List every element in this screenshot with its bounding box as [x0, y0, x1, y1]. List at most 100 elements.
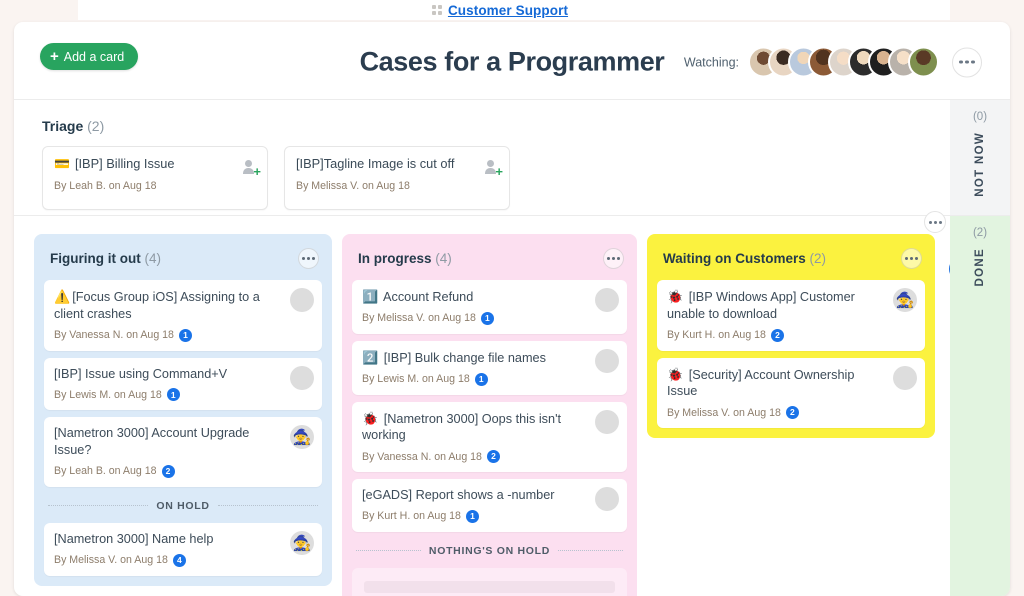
on-hold-divider: ON HOLD	[44, 494, 322, 516]
card-meta: By Melissa V. on Aug 18 2	[667, 406, 915, 420]
card-meta: By Vanessa N. on Aug 18 2	[362, 450, 617, 464]
card-title-row: [IBP]Tagline Image is cut off	[296, 156, 498, 172]
card-meta: By Kurt H. on Aug 18 2	[667, 328, 915, 342]
card-byline: By Lewis M. on Aug 18	[54, 388, 162, 401]
avatar[interactable]	[595, 487, 619, 512]
watcher-avatars[interactable]	[748, 46, 939, 78]
lane-body: 🐞 [IBP Windows App] Customer unable to d…	[647, 280, 935, 438]
avatar[interactable]	[908, 46, 939, 78]
lane-title: Waiting on Customers (2)	[663, 251, 826, 266]
kanban-card[interactable]: [Nametron 3000] Account Upgrade Issue? B…	[44, 417, 322, 487]
triage-section: Triage (2) 💳 [IBP] Billing Issue By Leah…	[14, 100, 1010, 233]
assign-person-icon[interactable]: +	[239, 156, 261, 178]
grid-icon	[431, 5, 442, 15]
board-options-ellipsis-icon[interactable]	[952, 47, 982, 77]
keycap-one-icon: 1️⃣	[362, 289, 379, 304]
nothing-on-hold-label: NOTHING'S ON HOLD	[428, 544, 551, 557]
avatar[interactable]	[290, 288, 314, 312]
keycap-two-icon: 2️⃣	[362, 349, 379, 365]
kanban-card[interactable]: [IBP] Issue using Command+V By Lewis M. …	[44, 357, 322, 411]
avatar[interactable]	[290, 425, 314, 450]
card-meta: By Lewis M. on Aug 18 1	[362, 372, 617, 386]
comment-count-badge: 2	[770, 328, 784, 342]
avatar[interactable]	[595, 348, 619, 373]
card-title: [IBP]Tagline Image is cut off	[296, 156, 455, 171]
card-byline: By Melissa V. on Aug 18	[667, 406, 781, 419]
board-card: + Add a card Cases for a Programmer Watc…	[14, 22, 1010, 596]
kanban-card[interactable]: 1️⃣ Account Refund By Melissa V. on Aug …	[352, 280, 627, 334]
card-byline: By Lewis M. on Aug 18	[362, 373, 470, 386]
lane-title-text: In progress	[358, 251, 432, 266]
lane-options-ellipsis-icon[interactable]	[603, 248, 624, 269]
card-byline: By Kurt H. on Aug 18	[362, 510, 461, 523]
triage-card-list: 💳 [IBP] Billing Issue By Leah B. on Aug …	[42, 146, 1010, 210]
lane-options-ellipsis-icon[interactable]	[298, 248, 319, 269]
rail-count: (0)	[972, 111, 988, 123]
breadcrumb-link-customer-support[interactable]: Customer Support	[448, 3, 568, 18]
card-meta: By Kurt H. on Aug 18 1	[362, 509, 617, 523]
lane-options-ellipsis-icon[interactable]	[901, 248, 922, 269]
bug-icon: 🐞	[667, 289, 684, 304]
comment-count-badge: 1	[465, 509, 479, 523]
watching-group: Watching:	[683, 46, 982, 78]
kanban-card[interactable]: 🐞 [IBP Windows App] Customer unable to d…	[657, 280, 925, 351]
card-byline: By Melissa V. on Aug 18	[362, 312, 476, 325]
lane-header: In progress (4)	[342, 234, 637, 280]
card-title: [IBP] Billing Issue	[74, 156, 175, 171]
card-title: [IBP] Bulk change file names	[383, 350, 546, 365]
kanban-card[interactable]: 🐞 [Nametron 3000] Oops this isn't workin…	[352, 401, 627, 473]
avatar[interactable]	[893, 365, 917, 390]
lane-header: Waiting on Customers (2)	[647, 234, 935, 280]
rail-column-not-now[interactable]: (0) NOT NOW	[950, 100, 1010, 216]
lane-title: Figuring it out (4)	[50, 251, 161, 266]
divider-line	[48, 505, 149, 507]
kanban-card-on-hold[interactable]: [Nametron 3000] Name help By Melissa V. …	[44, 522, 322, 576]
divider-line	[217, 505, 319, 507]
card-byline: By Vanessa N. on Aug 18	[362, 450, 482, 463]
avatar[interactable]	[290, 530, 314, 555]
kanban-card[interactable]: 2️⃣ [IBP] Bulk change file names By Lewi…	[352, 340, 627, 395]
card-title: [eGADS] Report shows a -number	[362, 488, 555, 503]
board-header: + Add a card Cases for a Programmer Watc…	[14, 22, 1010, 100]
kanban-card[interactable]: ⚠️ [Focus Group iOS] Assigning to a clien…	[44, 280, 322, 351]
lane-count: (4)	[144, 251, 162, 266]
comment-count-badge: 1	[474, 372, 488, 386]
triage-title: Triage (2)	[42, 118, 1010, 134]
lane-header: Figuring it out (4)	[34, 234, 332, 280]
kanban-card[interactable]: 🐞 [Security] Account Ownership Issue By …	[657, 357, 925, 429]
avatar[interactable]	[893, 288, 917, 312]
triage-card[interactable]: [IBP]Tagline Image is cut off By Melissa…	[284, 146, 510, 210]
avatar[interactable]	[595, 288, 619, 312]
watching-label: Watching:	[683, 55, 739, 69]
lane-figuring-it-out: Figuring it out (4) ⚠️ [Focus Group iOS] …	[34, 234, 332, 586]
card-meta: By Melissa V. on Aug 18 4	[54, 553, 312, 567]
bug-icon: 🐞	[362, 410, 379, 426]
triage-card[interactable]: 💳 [IBP] Billing Issue By Leah B. on Aug …	[42, 146, 268, 210]
triage-options-ellipsis-icon[interactable]	[924, 211, 946, 233]
add-a-card-label: Add a card	[63, 49, 125, 64]
comment-count-badge: 2	[161, 464, 175, 478]
card-title-row: 1️⃣ Account Refund	[362, 288, 617, 306]
comment-count-badge: 4	[172, 553, 186, 567]
lane-title: In progress (4)	[358, 251, 452, 266]
card-byline: By Kurt H. on Aug 18	[667, 329, 766, 342]
credit-card-icon: 💳	[54, 156, 70, 171]
kanban-card[interactable]: [eGADS] Report shows a -number By Kurt H…	[352, 479, 627, 532]
card-meta: By Lewis M. on Aug 18 1	[54, 388, 312, 402]
breadcrumb: Customer Support	[431, 3, 568, 18]
avatar[interactable]	[595, 409, 619, 434]
lane-body: 1️⃣ Account Refund By Melissa V. on Aug …	[342, 280, 637, 596]
divider-line	[356, 550, 421, 552]
lane-count: (4)	[435, 251, 452, 266]
card-title-row: [eGADS] Report shows a -number	[362, 487, 617, 504]
card-meta: By Leah B. on Aug 18 2	[54, 464, 312, 478]
card-title: Account Refund	[383, 290, 474, 304]
rail-column-done[interactable]: (2) DONE	[950, 216, 1010, 596]
card-title-row: [IBP] Issue using Command+V	[54, 366, 312, 383]
lane-title-text: Waiting on Customers	[663, 251, 806, 266]
right-rail: (0) NOT NOW (2) DONE	[950, 100, 1010, 596]
card-title-row: [Nametron 3000] Account Upgrade Issue?	[54, 425, 312, 459]
avatar[interactable]	[290, 365, 314, 390]
assign-person-icon[interactable]: +	[481, 156, 503, 178]
add-a-card-button[interactable]: + Add a card	[40, 43, 139, 70]
